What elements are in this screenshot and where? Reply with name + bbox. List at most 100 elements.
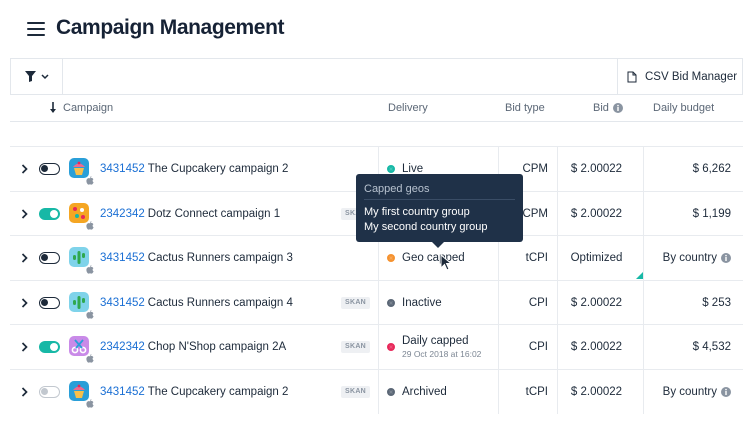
campaign-name: Dotz Connect campaign 1 — [147, 207, 281, 220]
info-icon[interactable] — [721, 253, 731, 263]
delivery-text: Archived — [402, 386, 447, 398]
campaign-name: The Cupcakery campaign 2 — [147, 385, 289, 398]
campaign-name: Cactus Runners campaign 4 — [147, 296, 293, 309]
hamburger-menu-icon[interactable] — [27, 22, 45, 36]
table-row[interactable]: 2342342 Chop N'Shop campaign 2A SKAN Daily … — [10, 324, 743, 369]
campaign-toggle[interactable] — [39, 252, 60, 264]
status-dot-icon — [387, 298, 395, 307]
column-bid-type[interactable]: Bid type — [505, 95, 545, 121]
bid-value[interactable]: $ 2.00022 — [557, 281, 636, 325]
toggle-knob — [41, 387, 48, 395]
campaign-name: Chop N'Shop campaign 2A — [147, 341, 287, 353]
apple-icon — [86, 395, 94, 408]
campaign-name: The Cupcakery campaign 2 — [147, 163, 289, 175]
skan-badge: SKAN — [341, 385, 371, 398]
toggle-knob — [50, 209, 58, 218]
campaign-app-id: 3431452 — [100, 385, 145, 398]
delivery-status: Inactive — [387, 281, 442, 325]
expand-chevron-icon[interactable] — [21, 281, 31, 325]
campaign-name: Cactus Runners campaign 3 — [147, 252, 293, 264]
capped-geos-tooltip: Capped geos My first country group My se… — [356, 174, 523, 248]
csv-bid-manager-button[interactable]: CSV Bid Manager — [617, 59, 742, 94]
toggle-knob — [50, 343, 58, 351]
bid-type: tCPI — [525, 385, 548, 398]
expand-chevron-icon[interactable] — [21, 192, 31, 236]
bid-value[interactable]: $ 2.00022 — [557, 325, 636, 369]
column-bid-label: Bid — [593, 102, 609, 114]
csv-bid-manager-label: CSV Bid Manager — [645, 70, 738, 83]
expand-chevron-icon[interactable] — [21, 236, 31, 280]
daily-budget-value[interactable]: By country — [643, 236, 731, 280]
campaign-name-link[interactable]: 3431452 Cactus Runners campaign 4 — [100, 281, 293, 325]
column-divider — [378, 369, 379, 414]
campaign-app-id: 3431452 — [100, 252, 145, 264]
daily-budget-label: By country — [662, 385, 717, 398]
column-bid[interactable]: Bid — [593, 95, 623, 121]
expand-chevron-icon[interactable] — [21, 147, 31, 191]
delivery-status: Archived — [387, 370, 447, 414]
daily-budget-label: $ 1,199 — [692, 207, 731, 220]
column-campaign[interactable]: Campaign — [49, 95, 113, 121]
campaign-name-link[interactable]: 2342342 Chop N'Shop campaign 2A — [100, 325, 286, 369]
apple-icon — [86, 217, 94, 230]
info-icon[interactable] — [721, 386, 731, 397]
daily-budget-label: $ 6,262 — [692, 163, 731, 175]
bid-value[interactable]: $ 2.00022 — [557, 192, 636, 236]
campaign-toggle[interactable] — [39, 207, 60, 220]
skan-badge: SKAN — [341, 296, 371, 309]
campaign-app-id: 2342342 — [100, 207, 145, 220]
status-dot-icon — [387, 343, 395, 351]
toggle-knob — [41, 298, 48, 306]
page-header: Campaign Management — [0, 0, 753, 58]
daily-budget-value[interactable]: $ 6,262 — [643, 147, 731, 191]
filter-button[interactable] — [11, 59, 63, 94]
tooltip-title: Capped geos — [364, 183, 430, 195]
tooltip-item: My second country group — [364, 221, 488, 233]
campaign-name-link[interactable]: 2342342 Dotz Connect campaign 1 — [100, 192, 280, 236]
column-delivery[interactable]: Delivery — [388, 95, 428, 121]
campaign-toggle[interactable] — [39, 341, 60, 353]
expand-chevron-icon[interactable] — [21, 370, 31, 414]
apple-icon — [86, 350, 94, 363]
toggle-knob — [41, 165, 48, 172]
bid-value[interactable]: $ 2.00022 — [557, 370, 636, 414]
daily-budget-value[interactable]: $ 4,532 — [643, 325, 731, 369]
document-icon — [627, 71, 637, 82]
bid-value[interactable]: $ 2.00022 — [557, 147, 636, 191]
delivery-status: Daily capped 29 Oct 2018 at 16:02 — [387, 325, 481, 369]
campaign-name-link[interactable]: 3431452 The Cupcakery campaign 2 — [100, 370, 288, 414]
info-icon[interactable] — [612, 103, 623, 113]
page-title: Campaign Management — [56, 16, 285, 39]
daily-budget-value[interactable]: $ 253 — [643, 281, 731, 325]
delivery-label: Archived — [402, 385, 447, 398]
column-daily-budget[interactable]: Daily budget — [653, 95, 714, 121]
daily-budget-label: $ 253 — [702, 296, 731, 309]
campaign-toggle[interactable] — [39, 296, 60, 309]
daily-budget-value[interactable]: $ 1,199 — [643, 192, 731, 236]
sort-descending-icon — [50, 102, 56, 113]
daily-budget-label: By country — [662, 252, 717, 264]
status-dot-icon — [387, 165, 395, 173]
bid-type: CPI — [528, 296, 548, 309]
apple-icon — [86, 261, 94, 274]
table-row[interactable]: 3431452 Cactus Runners campaign 4 SKAN Inac… — [10, 279, 743, 325]
column-campaign-label: Campaign — [63, 102, 114, 114]
bid-type: tCPI — [525, 252, 548, 264]
bid-type: CPI — [528, 341, 548, 353]
delivery-label: Daily capped — [402, 335, 469, 347]
table-row[interactable]: 3431452 The Cupcakery campaign 2 SKAN Archi… — [10, 368, 743, 414]
status-dot-icon — [387, 254, 395, 262]
bid-value[interactable]: Optimized — [557, 236, 636, 280]
campaign-toggle[interactable] — [39, 163, 60, 175]
column-divider — [378, 236, 379, 280]
daily-budget-value[interactable]: By country — [643, 370, 731, 414]
campaign-name-link[interactable]: 3431452 The Cupcakery campaign 2 — [100, 147, 288, 191]
campaign-name-link[interactable]: 3431452 Cactus Runners campaign 3 — [100, 236, 293, 280]
delivery-label: Geo capped — [402, 252, 465, 264]
mouse-cursor-icon — [440, 254, 453, 271]
campaign-app-id: 2342342 — [100, 341, 145, 353]
expand-chevron-icon[interactable] — [21, 325, 31, 369]
campaign-toggle[interactable] — [39, 385, 60, 398]
toggle-knob — [41, 254, 48, 261]
filter-icon — [25, 71, 49, 82]
